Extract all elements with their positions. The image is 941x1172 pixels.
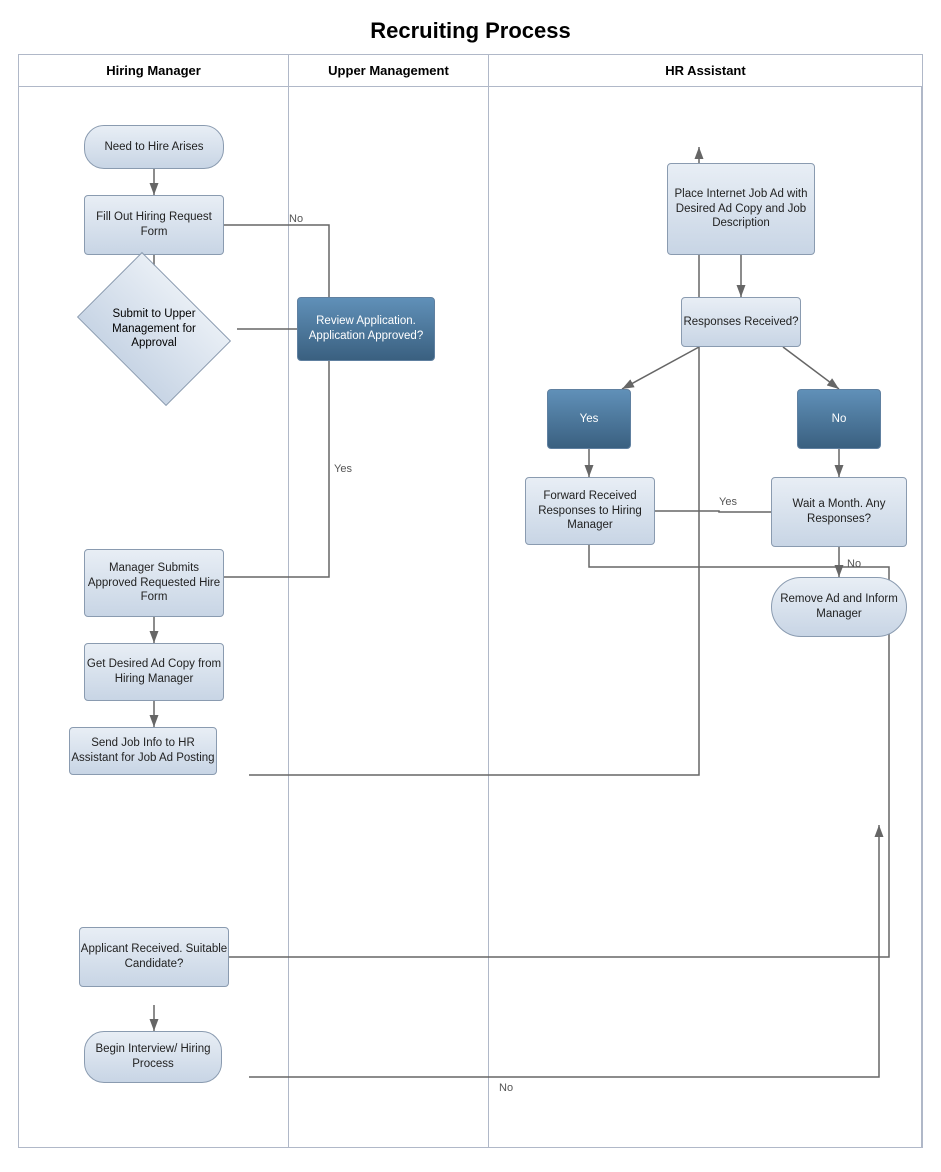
get-desired-ad-shape: Get Desired Ad Copy from Hiring Manager xyxy=(84,643,224,701)
submit-upper-diamond: Submit to Upper Management for Approval xyxy=(91,283,217,375)
lane-upper-management xyxy=(289,87,489,1147)
applicant-received-shape: Applicant Received. Suitable Candidate? xyxy=(79,927,229,987)
lane-header-hiring-manager: Hiring Manager xyxy=(19,55,289,86)
forward-received-shape: Forward Received Responses to Hiring Man… xyxy=(525,477,655,545)
lanes-body: No Yes Yes xyxy=(19,87,922,1147)
need-to-hire-shape: Need to Hire Arises xyxy=(84,125,224,169)
responses-received-shape: Responses Received? xyxy=(681,297,801,347)
send-job-info-shape: Send Job Info to HR Assistant for Job Ad… xyxy=(69,727,217,775)
lane-header-hr-assistant: HR Assistant xyxy=(489,55,922,86)
wait-month-shape: Wait a Month. Any Responses? xyxy=(771,477,907,547)
no-box-shape: No xyxy=(797,389,881,449)
review-app-shape: Review Application. Application Approved… xyxy=(297,297,435,361)
begin-interview-shape: Begin Interview/ Hiring Process xyxy=(84,1031,222,1083)
diagram-container: Hiring Manager Upper Management HR Assis… xyxy=(18,54,923,1148)
yes-box-shape: Yes xyxy=(547,389,631,449)
remove-ad-shape: Remove Ad and Inform Manager xyxy=(771,577,907,637)
place-internet-shape: Place Internet Job Ad with Desired Ad Co… xyxy=(667,163,815,255)
lane-header-upper-management: Upper Management xyxy=(289,55,489,86)
page-title: Recruiting Process xyxy=(0,0,941,54)
fill-out-form-shape: Fill Out Hiring Request Form xyxy=(84,195,224,255)
manager-submits-shape: Manager Submits Approved Requested Hire … xyxy=(84,549,224,617)
lane-headers: Hiring Manager Upper Management HR Assis… xyxy=(19,55,922,87)
